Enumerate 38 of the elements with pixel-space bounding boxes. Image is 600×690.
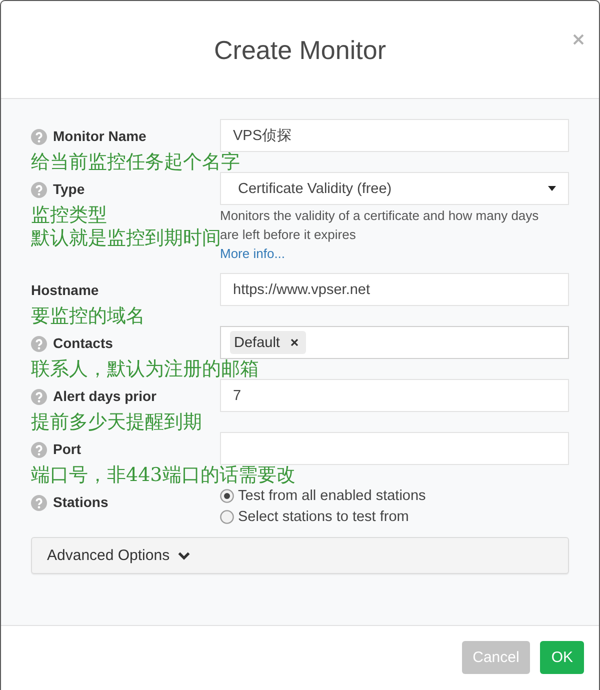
annotation-text: 联系人，默认为注册的邮箱 [31, 359, 259, 379]
field-label: Stations [53, 493, 108, 512]
advanced-options-toggle[interactable]: Advanced Options [31, 537, 569, 574]
text-input[interactable]: 7 [220, 379, 569, 412]
annotation-text: 默认就是监控到期时间 [31, 228, 221, 248]
help-icon[interactable] [31, 388, 47, 404]
field-label: Alert days prior [53, 387, 156, 406]
radio-button-icon[interactable] [220, 488, 234, 502]
field-label: Monitor Name [53, 127, 146, 146]
help-icon[interactable] [31, 336, 47, 352]
help-icon[interactable] [31, 128, 47, 144]
more-info-link[interactable]: More info... [220, 244, 286, 263]
tags-input[interactable]: Default [220, 326, 569, 359]
contact-tag[interactable]: Default [230, 331, 306, 354]
annotation-text: 提前多少天提醒到期 [31, 412, 202, 432]
annotation-text: 监控类型 [31, 205, 107, 225]
text-input[interactable]: https://www.vpser.net [220, 273, 569, 306]
annotation-text: 端口号，非443端口的话需要改 [31, 465, 296, 485]
text-input[interactable] [220, 432, 569, 465]
type-description: Monitors the validity of a certificate and how many days are left before it expires [220, 207, 540, 244]
radio-option[interactable]: Select stations to test from [220, 506, 569, 527]
radio-button-icon[interactable] [220, 510, 234, 524]
text-input[interactable]: VPS侦探 [220, 119, 569, 152]
select-dropdown[interactable]: Certificate Validity (free) [220, 172, 569, 205]
radio-option[interactable]: Test from all enabled stations [220, 485, 569, 506]
close-icon[interactable] [573, 34, 584, 45]
annotation-text: 给当前监控任务起个名字 [31, 152, 240, 172]
help-icon[interactable] [31, 182, 47, 198]
help-icon[interactable] [31, 442, 47, 458]
field-label: Contacts [53, 334, 113, 353]
remove-icon[interactable] [290, 339, 298, 346]
annotation-text: 要监控的域名 [31, 306, 145, 326]
help-icon[interactable] [31, 494, 47, 510]
dialog-title: Create Monitor [214, 34, 386, 66]
caret-icon [548, 186, 556, 191]
field-label: Port [53, 440, 81, 459]
field-label: Hostname [31, 281, 99, 300]
field-label: Type [53, 180, 85, 199]
